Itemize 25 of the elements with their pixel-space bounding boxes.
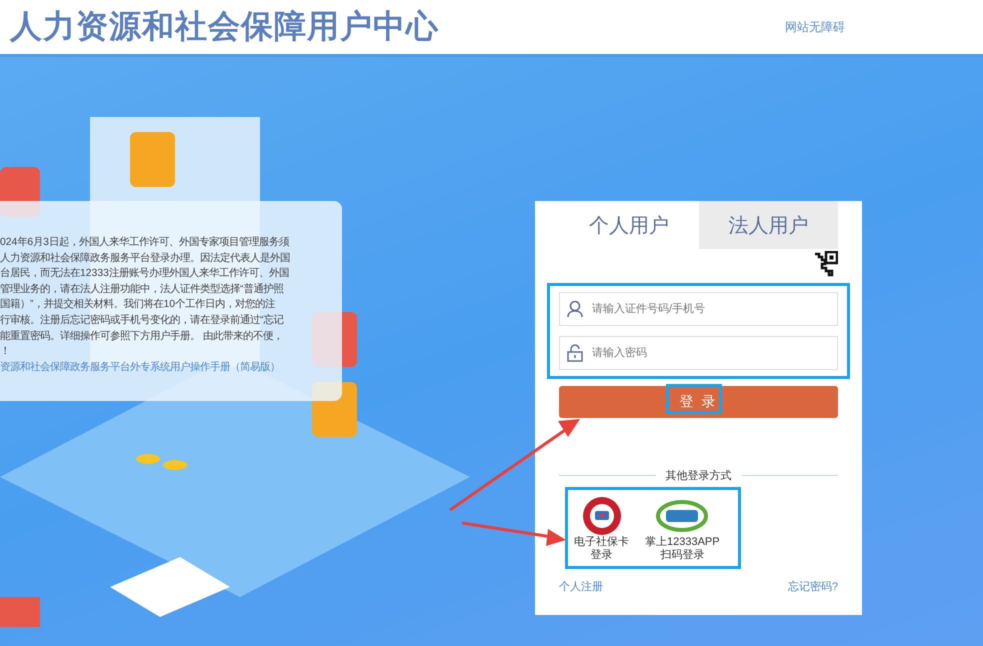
login-method-button[interactable]: 电子社保卡 登录 [574, 496, 629, 562]
notice-text: ！ [0, 345, 11, 360]
accessibility-link[interactable]: 网站无障碍 [785, 18, 845, 36]
input-field[interactable]: 请输入密码 [559, 336, 838, 370]
forgot-password-link[interactable]: 忘记密码? [788, 579, 838, 594]
other-login-heading: 其他登录方式 [666, 468, 732, 483]
manual-link[interactable]: 资源和社会保障政务服务平台外专系统用户操作手册（简易版） [0, 360, 336, 376]
annotation-frame [666, 384, 722, 414]
notice-text: 台居民，而无法在12333注册账号办理外国人来华工作许可、外国 [0, 266, 290, 282]
register-link[interactable]: 个人注册 [559, 579, 603, 594]
social-security-card-logo-icon[interactable] [582, 496, 622, 536]
site-title: 人力资源和社会保障用户中心 [10, 7, 439, 46]
login-method-button[interactable]: 掌上12333APP 扫码登录 [645, 496, 720, 562]
input-field[interactable]: 请输入证件号码/手机号 [559, 292, 838, 326]
notice-text: 行审核。注册后忘记密码或手机号变化的，请在登录前通过“忘记 [0, 313, 284, 328]
lock-icon [567, 344, 583, 362]
notice-text: 国籍）”，并提交相关材料。我们将在10个工作日内，对您的注 [0, 297, 276, 312]
notice-text: 024年6月3日起，外国人来华工作许可、外国专家项目管理服务须 [0, 235, 290, 250]
notice-text: 人力资源和社会保障政务服务平台登录办理。因法定代表人是外国 [0, 251, 291, 266]
user-type-tab[interactable]: 法人用户 [698, 201, 838, 249]
user-icon [567, 300, 583, 318]
qr-code-icon[interactable] [814, 251, 838, 277]
login-button[interactable]: 登 录 [559, 386, 838, 418]
notice-text: 管理业务的，请在法人注册功能中，法人证件类型选择“普通护照 [0, 282, 284, 297]
notice-text: 能重置密码。详细操作可参照下方用户手册。 由此带来的不便， [0, 329, 284, 344]
